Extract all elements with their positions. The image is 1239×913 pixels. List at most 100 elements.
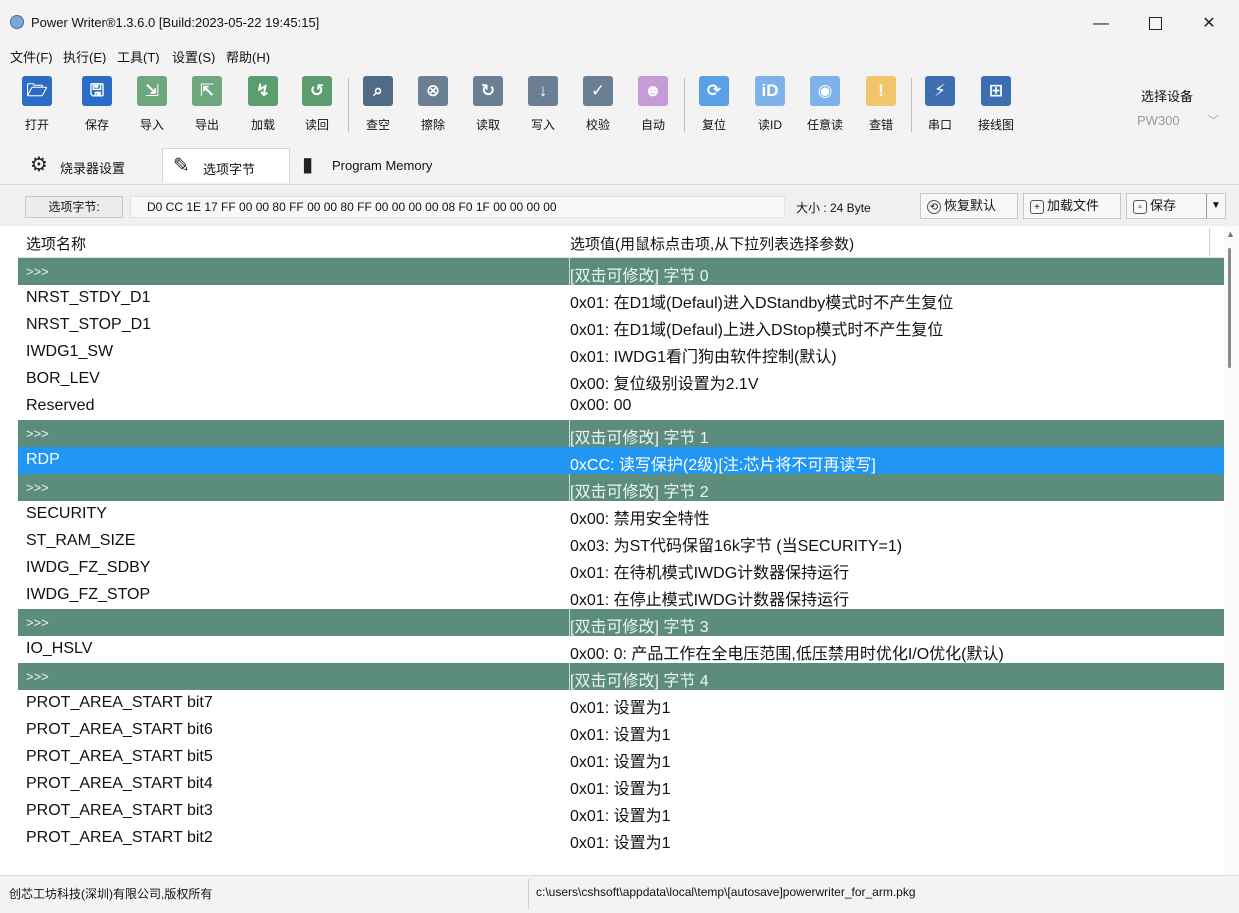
tab-programmer-settings[interactable]: ⚙ 烧录器设置	[20, 148, 160, 182]
option-value-cell[interactable]: 0x00: 复位级别设置为2.1V	[570, 370, 759, 394]
restore-default-button[interactable]: ⟲ 恢复默认	[920, 193, 1018, 219]
toolbar-button-folder-open[interactable]: 🗁 打开	[17, 76, 57, 136]
table-row[interactable]: RDP 0xCC: 读写保护(2级)[注:芯片将不可再读写]	[18, 447, 1224, 474]
option-value-cell[interactable]: [双击可修改] 字节 2	[570, 478, 709, 502]
option-value-cell[interactable]: [双击可修改] 字节 3	[570, 613, 709, 637]
minimize-button[interactable]: —	[1078, 6, 1124, 42]
toolbar-button-load[interactable]: ↯ 加载	[243, 76, 283, 136]
toolbar-button-write[interactable]: ↓ 写入	[523, 76, 563, 136]
toolbar-button-wiring-diagram[interactable]: ⊞ 接线图	[976, 76, 1016, 136]
close-button[interactable]: ✕	[1186, 6, 1232, 42]
column-header-name[interactable]: 选项名称	[26, 233, 86, 254]
dropdown-arrow-icon[interactable]: ▼	[1206, 194, 1225, 218]
table-row[interactable]: SECURITY 0x00: 禁用安全特性	[18, 501, 1224, 528]
option-value-cell[interactable]: 0x01: 在停止模式IWDG计数器保持运行	[570, 586, 849, 610]
verify-icon: ✓	[583, 76, 613, 106]
memory-icon: ▮	[302, 154, 314, 176]
load-file-button[interactable]: + 加载文件	[1023, 193, 1121, 219]
toolbar-button-read-id[interactable]: iD 读ID	[750, 76, 790, 136]
toolbar-button-label: 加载	[250, 118, 275, 132]
table-row[interactable]: PROT_AREA_START bit7 0x01: 设置为1	[18, 690, 1224, 717]
table-row[interactable]: IO_HSLV 0x00: 0: 产品工作在全电压范围,低压禁用时优化I/O优化(…	[18, 636, 1224, 663]
option-value-cell[interactable]: 0x01: 设置为1	[570, 748, 671, 772]
option-name-cell: PROT_AREA_START bit4	[26, 775, 213, 792]
table-row[interactable]: Reserved 0x00: 00	[18, 393, 1224, 420]
scroll-up-icon[interactable]: ▲	[1226, 229, 1235, 239]
scrollbar-thumb[interactable]	[1228, 248, 1231, 368]
toolbar-button-import[interactable]: ⇲ 导入	[132, 76, 172, 136]
toolbar-button-read[interactable]: ↻ 读取	[468, 76, 508, 136]
toolbar-button-blank-check[interactable]: ⌕ 查空	[358, 76, 398, 136]
option-value-cell[interactable]: 0x00: 0: 产品工作在全电压范围,低压禁用时优化I/O优化(默认)	[570, 640, 1004, 664]
option-byte-label: 选项字节:	[25, 196, 123, 218]
save-option-button[interactable]: ▫ 保存 ▼	[1126, 193, 1226, 219]
option-value-cell[interactable]: 0x01: 在D1域(Defaul)进入DStandby模式时不产生复位	[570, 289, 953, 313]
option-value-cell[interactable]: 0x01: 设置为1	[570, 829, 671, 853]
toolbar-button-error-check[interactable]: ! 查错	[861, 76, 901, 136]
option-name-cell: RDP	[26, 451, 60, 468]
option-value-cell[interactable]: 0x01: 设置为1	[570, 775, 671, 799]
load-icon: ↯	[248, 76, 278, 106]
toolbar-button-reset[interactable]: ⟳ 复位	[694, 76, 734, 136]
table-row[interactable]: PROT_AREA_START bit6 0x01: 设置为1	[18, 717, 1224, 744]
option-value-cell[interactable]: [双击可修改] 字节 0	[570, 262, 709, 286]
option-value-cell[interactable]: 0x01: IWDG1看门狗由软件控制(默认)	[570, 343, 837, 367]
toolbar-button-readback[interactable]: ↺ 读回	[297, 76, 337, 136]
toolbar-button-robot[interactable]: ☻ 自动	[633, 76, 673, 136]
maximize-button[interactable]	[1132, 6, 1178, 42]
toolbar-button-label: 查错	[868, 118, 893, 132]
table-row[interactable]: ST_RAM_SIZE 0x03: 为ST代码保留16k字节 (当SECURITY…	[18, 528, 1224, 555]
toolbar-button-erase[interactable]: ⊗ 擦除	[413, 76, 453, 136]
save-icon: ▫	[1133, 199, 1147, 214]
table-row[interactable]: PROT_AREA_START bit3 0x01: 设置为1	[18, 798, 1224, 825]
option-value-cell[interactable]: 0x03: 为ST代码保留16k字节 (当SECURITY=1)	[570, 532, 902, 556]
cell-divider	[569, 609, 570, 636]
autosave-path: c:\users\cshsoft\appdata\local\temp\[aut…	[536, 885, 916, 899]
tab-label: 烧录器设置	[60, 161, 126, 176]
tab-option-bytes[interactable]: ✎ 选项字节	[162, 148, 290, 182]
table-row[interactable]: IWDG_FZ_SDBY 0x01: 在待机模式IWDG计数器保持运行	[18, 555, 1224, 582]
option-name-cell: >>>	[26, 480, 49, 495]
option-value-cell[interactable]: 0x01: 在D1域(Defaul)上进入DStop模式时不产生复位	[570, 316, 943, 340]
option-value-cell[interactable]: 0x00: 禁用安全特性	[570, 505, 710, 529]
table-row[interactable]: NRST_STDY_D1 0x01: 在D1域(Defaul)进入DStandby…	[18, 285, 1224, 312]
toolbar-button-save[interactable]: 🖫 保存	[77, 76, 117, 136]
device-select[interactable]: PW300 ﹀	[1130, 110, 1222, 132]
blank-check-icon: ⌕	[363, 76, 393, 106]
group-row[interactable]: >>> [双击可修改] 字节 2	[18, 474, 1224, 501]
wiring-diagram-icon: ⊞	[981, 76, 1011, 106]
option-value-cell[interactable]: [双击可修改] 字节 1	[570, 424, 709, 448]
table-row[interactable]: IWDG1_SW 0x01: IWDG1看门狗由软件控制(默认)	[18, 339, 1224, 366]
column-header-value[interactable]: 选项值(用鼠标点击项,从下拉列表选择参数)	[570, 233, 854, 254]
option-byte-value-field[interactable]: D0 CC 1E 17 FF 00 00 80 FF 00 00 80 FF 0…	[130, 196, 785, 218]
chevron-down-icon: ﹀	[1208, 115, 1219, 127]
group-row[interactable]: >>> [双击可修改] 字节 4	[18, 663, 1224, 690]
option-value-cell[interactable]: 0x01: 设置为1	[570, 721, 671, 745]
toolbar-button-serial-port[interactable]: ⚡ 串口	[920, 76, 960, 136]
table-row[interactable]: PROT_AREA_START bit5 0x01: 设置为1	[18, 744, 1224, 771]
tab-program-memory[interactable]: ▮ Program Memory	[292, 148, 464, 182]
group-row[interactable]: >>> [双击可修改] 字节 0	[18, 258, 1224, 285]
erase-icon: ⊗	[418, 76, 448, 106]
option-value-cell[interactable]: 0x00: 00	[570, 397, 631, 415]
toolbar-separator	[911, 78, 912, 132]
restore-icon: ⟲	[927, 199, 941, 214]
table-row[interactable]: IWDG_FZ_STOP 0x01: 在停止模式IWDG计数器保持运行	[18, 582, 1224, 609]
toolbar-button-verify[interactable]: ✓ 校验	[578, 76, 618, 136]
table-row[interactable]: NRST_STOP_D1 0x01: 在D1域(Defaul)上进入DStop模式…	[18, 312, 1224, 339]
table-row[interactable]: PROT_AREA_START bit2 0x01: 设置为1	[18, 825, 1224, 852]
vertical-scrollbar[interactable]: ▲	[1224, 226, 1239, 875]
cell-divider	[569, 420, 570, 447]
option-value-cell[interactable]: [双击可修改] 字节 4	[570, 667, 709, 691]
option-value-cell[interactable]: 0xCC: 读写保护(2级)[注:芯片将不可再读写]	[570, 451, 876, 475]
table-row[interactable]: PROT_AREA_START bit4 0x01: 设置为1	[18, 771, 1224, 798]
table-row[interactable]: BOR_LEV 0x00: 复位级别设置为2.1V	[18, 366, 1224, 393]
option-value-cell[interactable]: 0x01: 设置为1	[570, 802, 671, 826]
option-value-cell[interactable]: 0x01: 在待机模式IWDG计数器保持运行	[570, 559, 849, 583]
toolbar-button-any-read[interactable]: ◉ 任意读	[805, 76, 845, 136]
group-row[interactable]: >>> [双击可修改] 字节 3	[18, 609, 1224, 636]
option-value-cell[interactable]: 0x01: 设置为1	[570, 694, 671, 718]
toolbar-button-export[interactable]: ⇱ 导出	[187, 76, 227, 136]
option-name-cell: PROT_AREA_START bit7	[26, 694, 213, 711]
group-row[interactable]: >>> [双击可修改] 字节 1	[18, 420, 1224, 447]
